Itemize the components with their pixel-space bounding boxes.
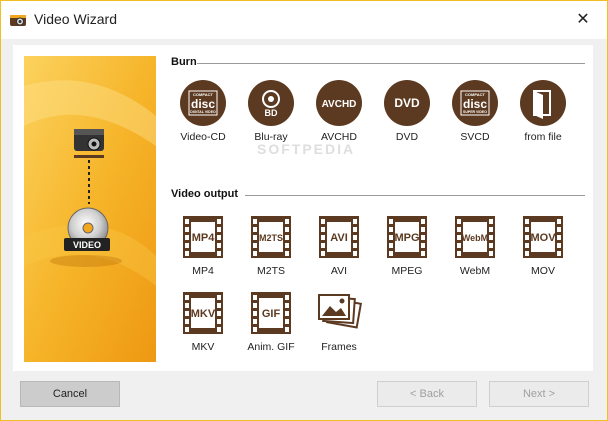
icon-text: AVCHD <box>322 99 357 110</box>
burn-item-video-cd[interactable]: COMPACT disc DIGITAL VIDEO Video-CD <box>173 79 233 143</box>
output-item-label: Frames <box>321 341 357 353</box>
wizard-body: VIDEO SOFTPEDIA Burn COMPACT disc DIGITAL … <box>1 39 607 420</box>
format-code-text: MPG <box>394 232 419 244</box>
close-icon: ✕ <box>576 11 590 28</box>
output-item-label: MP4 <box>192 265 214 277</box>
mkv-film-icon: MKV <box>183 292 223 334</box>
format-code-text: MP4 <box>192 232 216 244</box>
video-badge-label: VIDEO <box>73 240 101 250</box>
mp4-film-icon: MP4 <box>183 216 223 258</box>
output-item-mov[interactable]: MOV MOV <box>513 213 573 277</box>
burn-item-avchd[interactable]: AVCHD AVCHD <box>309 79 369 143</box>
next-button[interactable]: Next > <box>489 381 589 407</box>
format-code-text: GIF <box>262 308 281 320</box>
icon-text: DVD <box>394 96 420 110</box>
output-item-label: MPEG <box>391 265 423 277</box>
icon-text: disc <box>191 97 215 111</box>
icon-text: DIGITAL VIDEO <box>190 110 216 114</box>
output-item-anim-gif[interactable]: GIF Anim. GIF <box>241 289 301 353</box>
burn-item-label: from file <box>524 131 562 143</box>
open-file-icon <box>520 80 566 126</box>
wizard-content-panel: VIDEO SOFTPEDIA Burn COMPACT disc DIGITAL … <box>13 45 593 371</box>
compact-disc-super-video-icon: COMPACTdiscSUPER VIDEO <box>452 80 498 126</box>
icon-text: BD <box>265 108 278 118</box>
burn-section-divider <box>197 63 585 64</box>
wizard-banner-image: VIDEO <box>24 56 156 362</box>
output-item-webm[interactable]: WebM WebM <box>445 213 505 277</box>
output-item-label: Anim. GIF <box>247 341 295 353</box>
burn-item-label: AVCHD <box>321 131 357 143</box>
close-button[interactable]: ✕ <box>571 9 595 31</box>
output-item-frames[interactable]: Frames <box>309 289 369 353</box>
format-code-text: M2TS <box>259 233 283 243</box>
blu-ray-disc-icon: BD <box>248 80 294 126</box>
frames-pictures-icon <box>318 294 363 329</box>
window-title: Video Wizard <box>34 11 118 27</box>
output-item-m2ts[interactable]: M2TS M2TS <box>241 213 301 277</box>
title-bar: Video Wizard ✕ <box>1 1 607 39</box>
video-output-section-divider <box>245 195 585 196</box>
icon-text: SUPER VIDEO <box>463 110 487 114</box>
output-item-mkv[interactable]: MKV MKV <box>173 289 233 353</box>
output-item-mp4[interactable]: MP4 MP4 <box>173 213 233 277</box>
cancel-button[interactable]: Cancel <box>20 381 120 407</box>
format-code-text: AVI <box>330 232 348 244</box>
burn-item-label: DVD <box>395 131 419 143</box>
burn-item-dvd[interactable]: DVD DVD <box>377 79 437 143</box>
burn-item-label: Video-CD <box>180 131 226 143</box>
avchd-icon: AVCHD <box>316 80 362 126</box>
softpedia-watermark: SOFTPEDIA <box>257 141 356 157</box>
burn-item-from-file[interactable]: from file <box>513 79 573 143</box>
burn-item-label: Blu-ray <box>254 131 288 143</box>
video-wizard-window: Video Wizard ✕ VIDEO SOFTPEDIA Burn COMP… <box>0 0 608 421</box>
mov-film-icon: MOV <box>523 216 563 258</box>
mpeg-film-icon: MPG <box>387 216 427 258</box>
icon-text: disc <box>463 97 487 111</box>
format-code-text: MOV <box>530 232 556 244</box>
webm-film-icon: WebM <box>455 216 495 258</box>
format-code-text: WebM <box>462 233 488 243</box>
output-item-label: MOV <box>531 265 555 277</box>
format-code-text: MKV <box>191 308 216 320</box>
m2ts-film-icon: M2TS <box>251 216 291 258</box>
gif-film-icon: GIF <box>251 292 291 334</box>
burn-section-title: Burn <box>171 56 197 68</box>
output-item-label: AVI <box>330 265 348 277</box>
burn-item-svcd[interactable]: COMPACT disc SUPER VIDEO SVCD <box>445 79 505 143</box>
output-item-label: M2TS <box>256 265 285 277</box>
dvd-icon: DVD <box>384 80 430 126</box>
output-item-label: MKV <box>191 341 215 353</box>
burn-item-label: SVCD <box>460 131 490 143</box>
output-item-avi[interactable]: AVI AVI <box>309 213 369 277</box>
back-button[interactable]: < Back <box>377 381 477 407</box>
video-camera-icon <box>10 15 26 26</box>
compact-disc-digital-video-icon: COMPACTdiscDIGITAL VIDEO <box>180 80 226 126</box>
burn-item-blu-ray[interactable]: BD Blu-ray <box>241 79 301 143</box>
output-item-label: WebM <box>459 265 491 277</box>
video-output-section-title: Video output <box>171 188 239 200</box>
avi-film-icon: AVI <box>319 216 359 258</box>
output-item-mpeg[interactable]: MPG MPEG <box>377 213 437 277</box>
